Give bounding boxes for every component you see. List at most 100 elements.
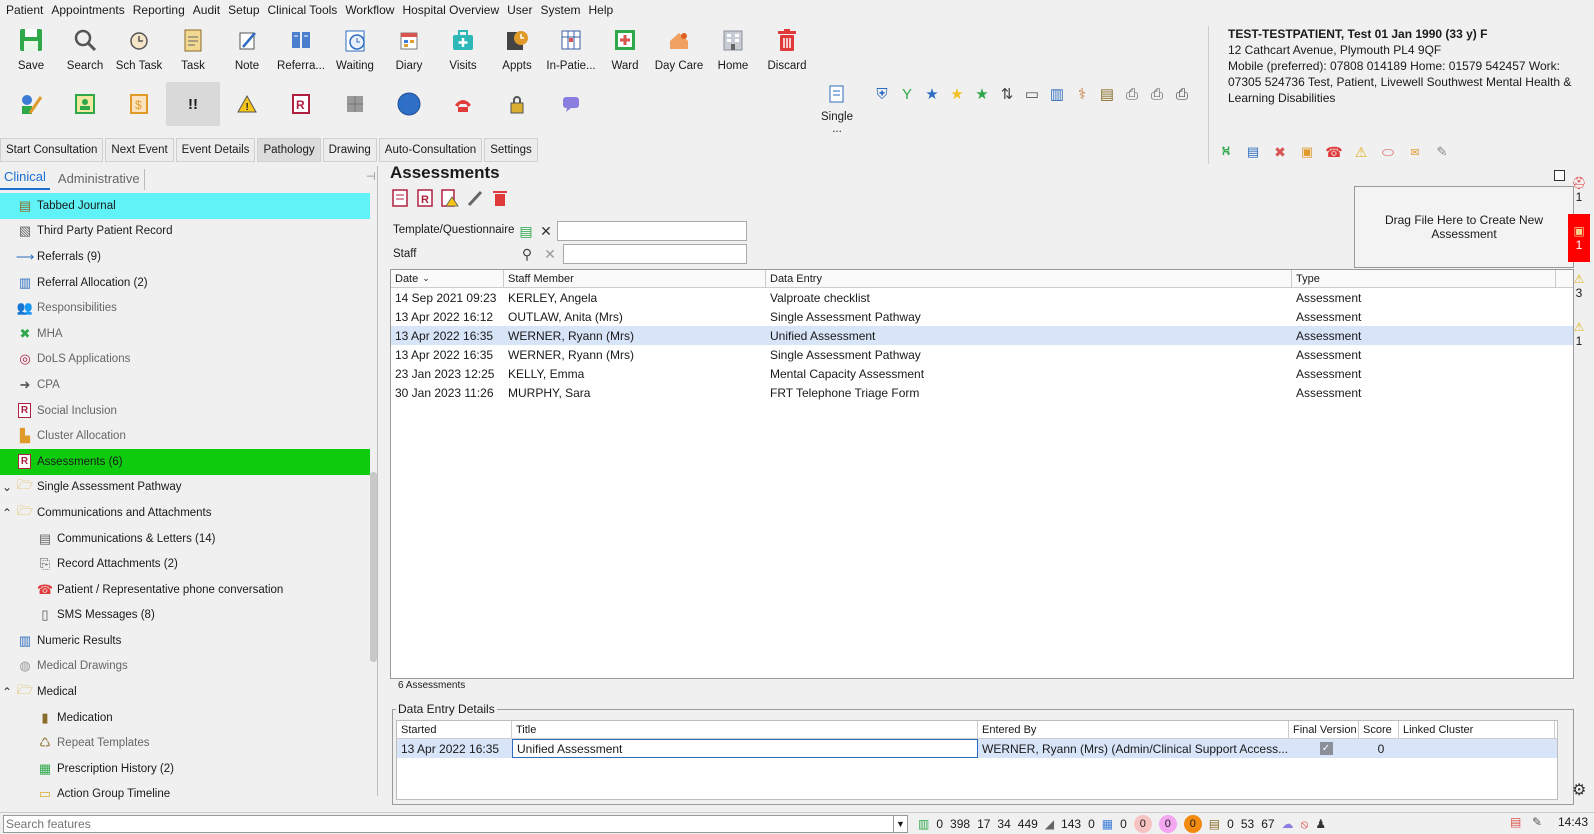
- tree-item[interactable]: ▭ Action Group Timeline: [0, 782, 370, 803]
- column-final-version[interactable]: Final Version: [1289, 721, 1359, 738]
- swap-arrows-icon[interactable]: ⇅: [995, 82, 1019, 106]
- tree-item[interactable]: ✖ MHA: [0, 321, 370, 347]
- tree-item[interactable]: ☎ Patient / Representative phone conversa…: [0, 577, 370, 603]
- filter-icon[interactable]: Y: [895, 82, 919, 106]
- pill-icon[interactable]: ⬭: [1376, 140, 1400, 164]
- table-row[interactable]: 30 Jan 2023 11:26 MURPHY, Sara FRT Telepho…: [391, 383, 1573, 402]
- message-button[interactable]: [544, 82, 598, 126]
- phone-button[interactable]: [436, 82, 490, 126]
- visits-button[interactable]: Visits: [436, 26, 490, 74]
- doctor-icon[interactable]: ⚕: [1070, 82, 1094, 106]
- green-star-icon[interactable]: ★: [970, 82, 994, 106]
- template-clear-icon[interactable]: ✕: [537, 222, 555, 240]
- alerts-button[interactable]: !!: [166, 82, 220, 126]
- right-alert-1[interactable]: ⛑ 1: [1568, 166, 1590, 214]
- print-settings-icon[interactable]: ⎙: [1145, 82, 1169, 106]
- tree-item[interactable]: ◍ Medical Drawings: [0, 654, 370, 680]
- day-care-button[interactable]: Day Care: [652, 26, 706, 74]
- tab-administrative[interactable]: Administrative: [54, 169, 145, 190]
- menu-setup[interactable]: Setup: [226, 3, 265, 17]
- warning-button[interactable]: !: [220, 82, 274, 126]
- expand-icon[interactable]: ⌄: [0, 480, 14, 494]
- menu-reporting[interactable]: Reporting: [131, 3, 191, 17]
- print-preview-icon[interactable]: ⎙: [1120, 82, 1144, 106]
- hospital-icon[interactable]: ⛨: [870, 82, 894, 106]
- discard-button[interactable]: Discard: [760, 26, 814, 74]
- column-entry[interactable]: Data Entry: [766, 270, 1292, 287]
- tree-item[interactable]: R Social Inclusion: [0, 398, 370, 424]
- search-button[interactable]: Search: [58, 26, 112, 74]
- tree-item[interactable]: ♺ Repeat Templates: [0, 730, 370, 756]
- diary-button[interactable]: Diary: [382, 26, 436, 74]
- auto-consultation-button[interactable]: Auto-Consultation: [378, 138, 483, 162]
- form-icon[interactable]: ▤: [1241, 140, 1265, 164]
- column-linked-cluster[interactable]: Linked Cluster: [1399, 721, 1555, 738]
- right-alert-4[interactable]: ⚠ 1: [1568, 310, 1590, 358]
- stat-10[interactable]: 0: [1158, 815, 1177, 833]
- collapse-icon[interactable]: ⌃: [0, 506, 14, 520]
- home-button[interactable]: Home: [706, 26, 760, 74]
- gear-icon[interactable]: ⚙: [1572, 780, 1586, 800]
- menu-clinical-tools[interactable]: Clinical Tools: [266, 3, 344, 17]
- menu-help[interactable]: Help: [587, 3, 620, 17]
- tree-item[interactable]: ⌃ 🗁 Medical: [0, 679, 370, 705]
- tree-scrollbar[interactable]: [370, 472, 377, 662]
- warning-form-icon[interactable]: [440, 188, 460, 208]
- chevron-down-icon[interactable]: ▼: [893, 816, 907, 832]
- template-picker-icon[interactable]: ▤: [517, 222, 535, 240]
- column-entered-by[interactable]: Entered By: [978, 721, 1289, 738]
- sms-small-icon[interactable]: ✉: [1403, 140, 1427, 164]
- menu-workflow[interactable]: Workflow: [343, 3, 400, 17]
- note-button[interactable]: Note: [220, 26, 274, 74]
- tree-item[interactable]: 👥 Responsibilities: [0, 295, 370, 321]
- pin-icon[interactable]: ⊣: [366, 170, 376, 183]
- blue-star-icon[interactable]: ★: [920, 82, 944, 106]
- column-date[interactable]: Date ⌄: [391, 270, 504, 287]
- panel-splitter[interactable]: [377, 166, 378, 796]
- menu-appointments[interactable]: Appointments: [49, 3, 130, 17]
- menu-system[interactable]: System: [538, 3, 586, 17]
- column-staff[interactable]: Staff Member: [504, 270, 766, 287]
- drawing-button[interactable]: Drawing: [322, 138, 377, 162]
- drop-zone[interactable]: Drag File Here to Create New Assessment: [1354, 186, 1574, 268]
- column-started[interactable]: Started: [397, 721, 512, 738]
- column-type[interactable]: Type: [1292, 270, 1556, 287]
- in-patient-button[interactable]: In-Patie...: [544, 26, 598, 74]
- menu-user[interactable]: User: [505, 3, 538, 17]
- grid-button[interactable]: [328, 82, 382, 126]
- collapse-icon[interactable]: ⌃: [0, 685, 14, 699]
- tree-item[interactable]: ▧ Third Party Patient Record: [0, 219, 370, 245]
- new-assessment-icon[interactable]: [390, 188, 410, 208]
- lock-button[interactable]: [490, 82, 544, 126]
- phone-small-icon[interactable]: ☎: [1322, 140, 1346, 164]
- next-event-button[interactable]: Next Event: [105, 138, 174, 162]
- ward-button[interactable]: Ward: [598, 26, 652, 74]
- column-score[interactable]: Score: [1359, 721, 1399, 738]
- printer-icon[interactable]: ⎙: [1170, 82, 1194, 106]
- tree-item[interactable]: ▯ SMS Messages (8): [0, 603, 370, 629]
- table-row[interactable]: 23 Jan 2023 12:25 KELLY, Emma Mental Capac…: [391, 364, 1573, 383]
- tree-item[interactable]: ⌄ 🗁 Single Assessment Pathway: [0, 475, 370, 501]
- tree-item[interactable]: ▤ Communications & Letters (14): [0, 526, 370, 552]
- table-row[interactable]: 13 Apr 2022 16:35 WERNER, Ryann (Mrs) Sing…: [391, 345, 1573, 364]
- tree-item[interactable]: ▥ Referral Allocation (2): [0, 270, 370, 296]
- menu-audit[interactable]: Audit: [191, 3, 226, 17]
- tree-item[interactable]: ➜ CPA: [0, 372, 370, 398]
- patient-card-button[interactable]: [58, 82, 112, 126]
- stat-9[interactable]: 0: [1133, 815, 1152, 833]
- stat-11[interactable]: 0: [1183, 815, 1202, 833]
- tree-item[interactable]: ▥ Numeric Results: [0, 628, 370, 654]
- clinical-tools-button[interactable]: [4, 82, 58, 126]
- event-details-button[interactable]: Event Details: [175, 138, 256, 162]
- staff-input[interactable]: [563, 244, 747, 264]
- column-title[interactable]: Title: [512, 721, 978, 738]
- tree-item[interactable]: ◎ DoLS Applications: [0, 347, 370, 373]
- table-row[interactable]: 14 Sep 2021 09:23 KERLEY, Angela Valproate…: [391, 288, 1573, 307]
- final-version-checkbox[interactable]: ✓: [1289, 739, 1359, 758]
- window-icon[interactable]: ▭: [1020, 82, 1044, 106]
- r-form-button[interactable]: R: [274, 82, 328, 126]
- details-title[interactable]: Unified Assessment: [512, 739, 978, 758]
- menu-patient[interactable]: Patient: [4, 3, 49, 17]
- template-input[interactable]: [557, 221, 747, 241]
- tasks-icon[interactable]: ▤: [1510, 815, 1521, 829]
